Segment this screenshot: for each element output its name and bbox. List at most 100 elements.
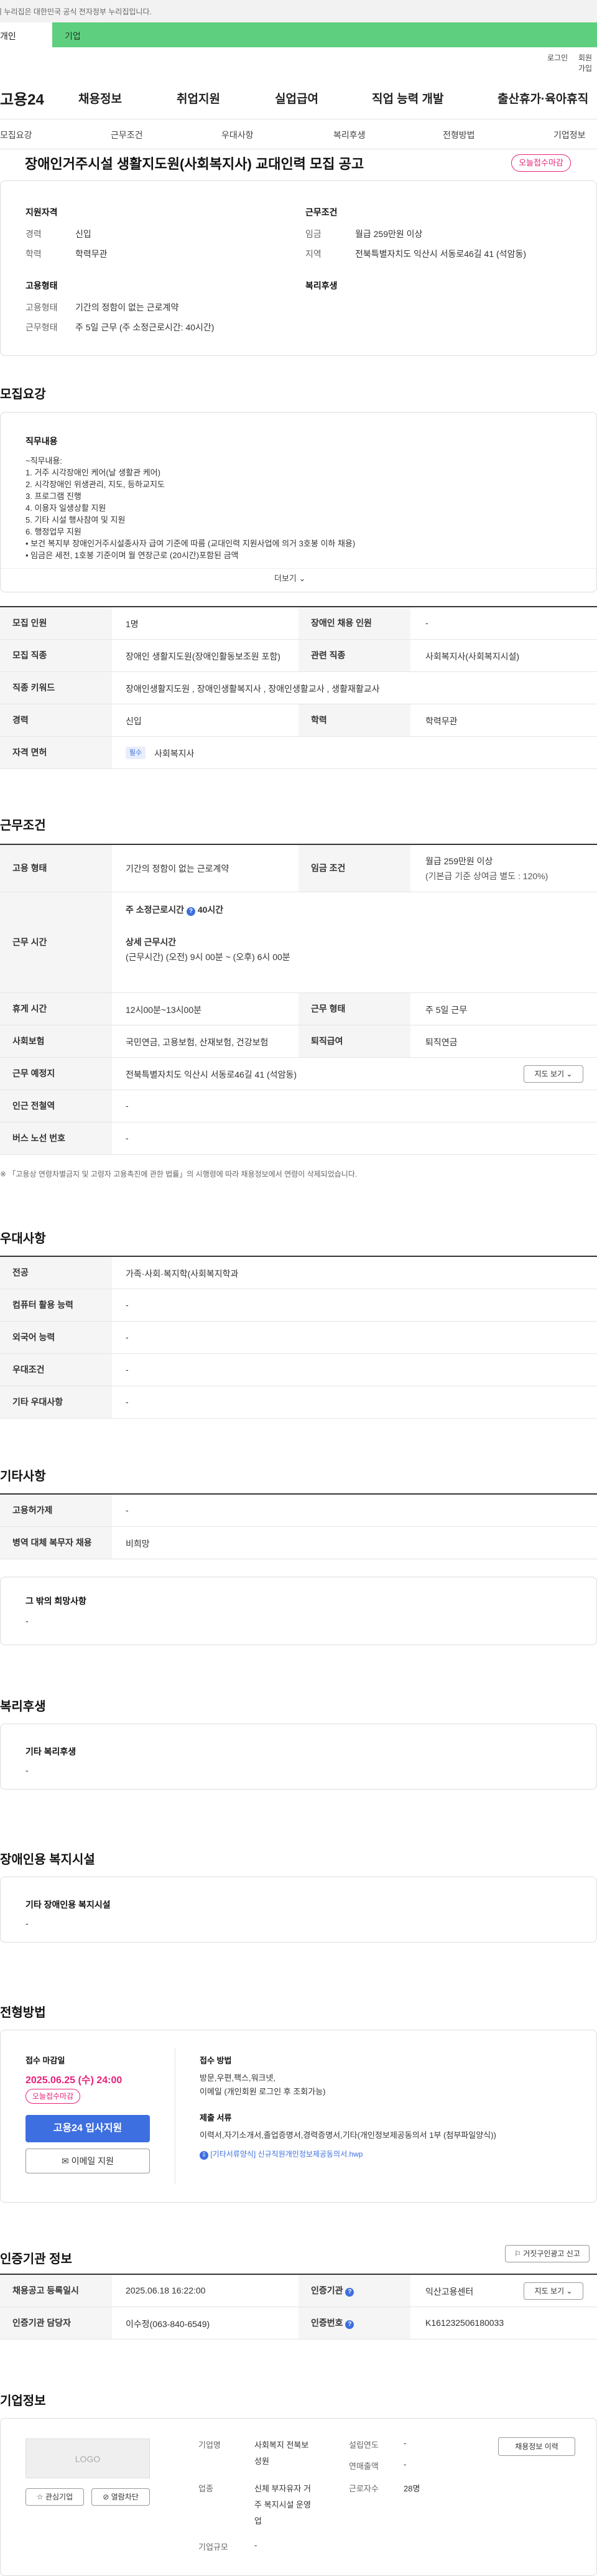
favorite-label: 관심기업 — [45, 2493, 73, 2501]
block-company-button[interactable]: ⊘ 열람차단 — [91, 2488, 150, 2506]
row-value: 장애인 생활지도원(장애인활동보조원 포함) — [126, 651, 280, 661]
row-header: 경력 — [0, 704, 112, 736]
region-value: 전북특별자치도 익산시 서동로46길 41 (석암동) — [355, 249, 526, 259]
docs-value: 이력서,자기소개서,졸업증명서,경력증명서,기타(개인정보제공동의서 1부 (첨… — [200, 2130, 496, 2140]
welfare-box-value: - — [25, 1765, 29, 1775]
tab-personal[interactable]: 개인 — [0, 22, 52, 47]
attachment-link[interactable]: ⇩ [기타서류양식] 신규직원개인정보제공동의서.hwp — [200, 2149, 363, 2160]
user-type-tabs: 개인 기업 — [0, 22, 597, 47]
employees-label: 근로자수 — [349, 2484, 379, 2493]
info-icon[interactable]: ? — [345, 2320, 354, 2329]
tab-corporate[interactable]: 기업 — [52, 22, 597, 47]
site-logo[interactable]: 고용24 — [0, 87, 44, 109]
table-row: 근무 시간 주 소정근로시간 ? 40시간 상세 근무시간 (근무시간) (오전… — [0, 892, 597, 993]
page-title: 장애인거주시설 생활지도원(사회복지사) 교대인력 모집 공고 — [25, 156, 364, 172]
table-row: 고용허가제 - — [0, 1495, 597, 1527]
job-line: 1. 거주 시각장애인 케어(날 생활관 케어) — [25, 468, 160, 477]
chevron-down-icon: ⌄ — [298, 574, 306, 583]
welfare-card: 기타 복리후생 - — [0, 1724, 597, 1790]
table-row: 병역 대체 복무자 채용 비희망 — [0, 1527, 597, 1559]
job-line: 5. 기타 시설 행사참여 및 지원 — [25, 515, 126, 525]
row-value: - — [126, 1300, 129, 1310]
gov-banner: 이 누리집은 대한민국 공식 전자정부 누리집입니다. — [0, 0, 597, 22]
subnav-welfare[interactable]: 복리후생 — [333, 129, 366, 141]
recruit-history-button[interactable]: 채용정보 이력 — [498, 2437, 575, 2456]
row-header: 채용공고 등록일시 — [0, 2275, 112, 2307]
job-title-bar: 장애인거주시설 생활지도원(사회복지사) 교대인력 모집 공고 오늘접수마감 — [0, 149, 597, 179]
industry-label: 업종 — [198, 2484, 213, 2493]
weekly-hours-label: 주 소정근로시간 — [126, 905, 185, 915]
worktype-label: 근무형태 — [25, 322, 58, 332]
report-false-ad-button[interactable]: ⚐ 거짓구인광고 신고 — [505, 2245, 590, 2262]
row-value: (기본급 기준 상여금 별도 : 120%) — [425, 871, 548, 881]
industry-value: 신체 부자유자 거 — [254, 2484, 311, 2493]
required-chip: 필수 — [126, 747, 146, 759]
table-row: 고용 형태 기간의 정함이 없는 근로계약 임금 조건 월급 259만원 이상 … — [0, 845, 597, 892]
job-line: • 임금은 세전, 1호봉 기준이며 월 연장근로 (20시간)포함된 금액 — [25, 551, 239, 560]
row-value: 12시00분~13시00분 — [126, 1005, 201, 1015]
job-description-list: ~직무내용: 1. 거주 시각장애인 케어(날 생활관 케어) 2. 시각장애인… — [25, 455, 355, 561]
favorite-company-button[interactable]: ☆ 관심기업 — [25, 2488, 84, 2506]
row-header: 전공 — [0, 1257, 112, 1289]
subnav-selection[interactable]: 전형방법 — [443, 129, 475, 141]
other-wishes-value: - — [25, 1616, 29, 1626]
attachment-icon: ⇩ — [200, 2151, 208, 2160]
email-apply-label: 이메일 지원 — [71, 2156, 114, 2166]
gnb-menu-unemployment-benefit[interactable]: 실업급여 — [275, 90, 318, 106]
subnav-preference[interactable]: 우대사항 — [221, 129, 254, 141]
method-line: 방문,우편,팩스,워크넷, — [200, 2073, 276, 2083]
row-value: - — [425, 618, 428, 628]
gnb-menu-jobs[interactable]: 채용정보 — [78, 90, 122, 106]
chevron-down-icon: ⌄ — [566, 1070, 573, 1078]
block-label: 열람차단 — [111, 2493, 139, 2501]
job-description-card: 직무내용 ~직무내용: 1. 거주 시각장애인 케어(날 생활관 케어) 2. … — [0, 412, 597, 592]
row-value: 퇴직연금 — [425, 1037, 458, 1047]
more-button[interactable]: 더보기 ⌄ — [274, 572, 305, 584]
table-row: 채용공고 등록일시 2025.06.18 16:22:00 인증기관 ? 익산고… — [0, 2275, 597, 2307]
subnav-company[interactable]: 기업정보 — [553, 129, 586, 141]
info-icon[interactable]: ? — [186, 907, 195, 916]
weekly-hours-value: 40시간 — [197, 905, 224, 915]
wage-label: 임금 — [305, 229, 322, 239]
table-row: 버스 노선 번호 - — [0, 1122, 597, 1155]
job-description-title: 직무내용 — [25, 436, 58, 446]
row-value: 학력무관 — [425, 716, 458, 726]
welfare-box-title: 기타 복리후생 — [25, 1747, 76, 1757]
gnb-menu-parental-leave[interactable]: 출산휴가·육아휴직 — [497, 90, 588, 106]
row-header: 근무 예정지 — [0, 1058, 112, 1090]
job-line: ~직무내용: — [25, 456, 63, 465]
revenue-label: 연매출액 — [349, 2462, 379, 2471]
map-button[interactable]: 지도 보기 ⌄ — [524, 1065, 583, 1083]
agency-map-button[interactable]: 지도 보기 ⌄ — [524, 2282, 583, 2300]
row-header: 버스 노선 번호 — [0, 1122, 112, 1154]
gnb-menu-vocational-training[interactable]: 직업 능력 개발 — [372, 90, 443, 106]
subnav-recruit[interactable]: 모집요강 — [0, 129, 32, 141]
apply-button[interactable]: 고용24 입사지원 — [25, 2115, 150, 2142]
qualification-title: 지원자격 — [25, 207, 58, 217]
info-icon[interactable]: ? — [345, 2288, 354, 2297]
gnb-menu-employment-support[interactable]: 취업지원 — [177, 90, 220, 106]
table-row: 우대조건 - — [0, 1354, 597, 1386]
report-button-label: 거짓구인광고 신고 — [523, 2249, 580, 2258]
row-header: 병역 대체 복무자 채용 — [0, 1527, 112, 1559]
gov-banner-text: 이 누리집은 대한민국 공식 전자정부 누리집입니다. — [0, 7, 152, 16]
company-name-value: 성원 — [254, 2457, 269, 2466]
login-link[interactable]: 로그인 — [547, 52, 568, 63]
age-notice: ※ 「고용상 연령차별금지 및 고령자 고용촉진에 관한 법률」의 시행령에 따… — [0, 1170, 358, 1178]
row-header: 외국어 능력 — [0, 1322, 112, 1353]
founded-value: - — [404, 2438, 407, 2448]
subnav-conditions[interactable]: 근무조건 — [111, 129, 143, 141]
education-label: 학력 — [25, 249, 42, 259]
table-row: 외국어 능력 - — [0, 1322, 597, 1354]
signup-link[interactable]: 회원가입 — [578, 52, 597, 73]
email-apply-button[interactable]: ✉ 이메일 지원 — [25, 2149, 150, 2173]
employment-title: 고용형태 — [25, 281, 58, 291]
job-line: 4. 이용자 일생상활 지원 — [25, 503, 106, 513]
row-value: 사회복지사(사회복지시설) — [425, 651, 520, 661]
other-wishes-title: 그 밖의 희망사항 — [25, 1596, 86, 1606]
recruit-section-title: 모집요강 — [0, 388, 46, 401]
emptype-value: 기간의 정함이 없는 근로계약 — [75, 302, 179, 312]
row-header: 우대조건 — [0, 1354, 112, 1386]
revenue-value: - — [404, 2460, 407, 2469]
method-line: 이메일 (개인회원 로그인 후 조회가능) — [200, 2087, 326, 2096]
